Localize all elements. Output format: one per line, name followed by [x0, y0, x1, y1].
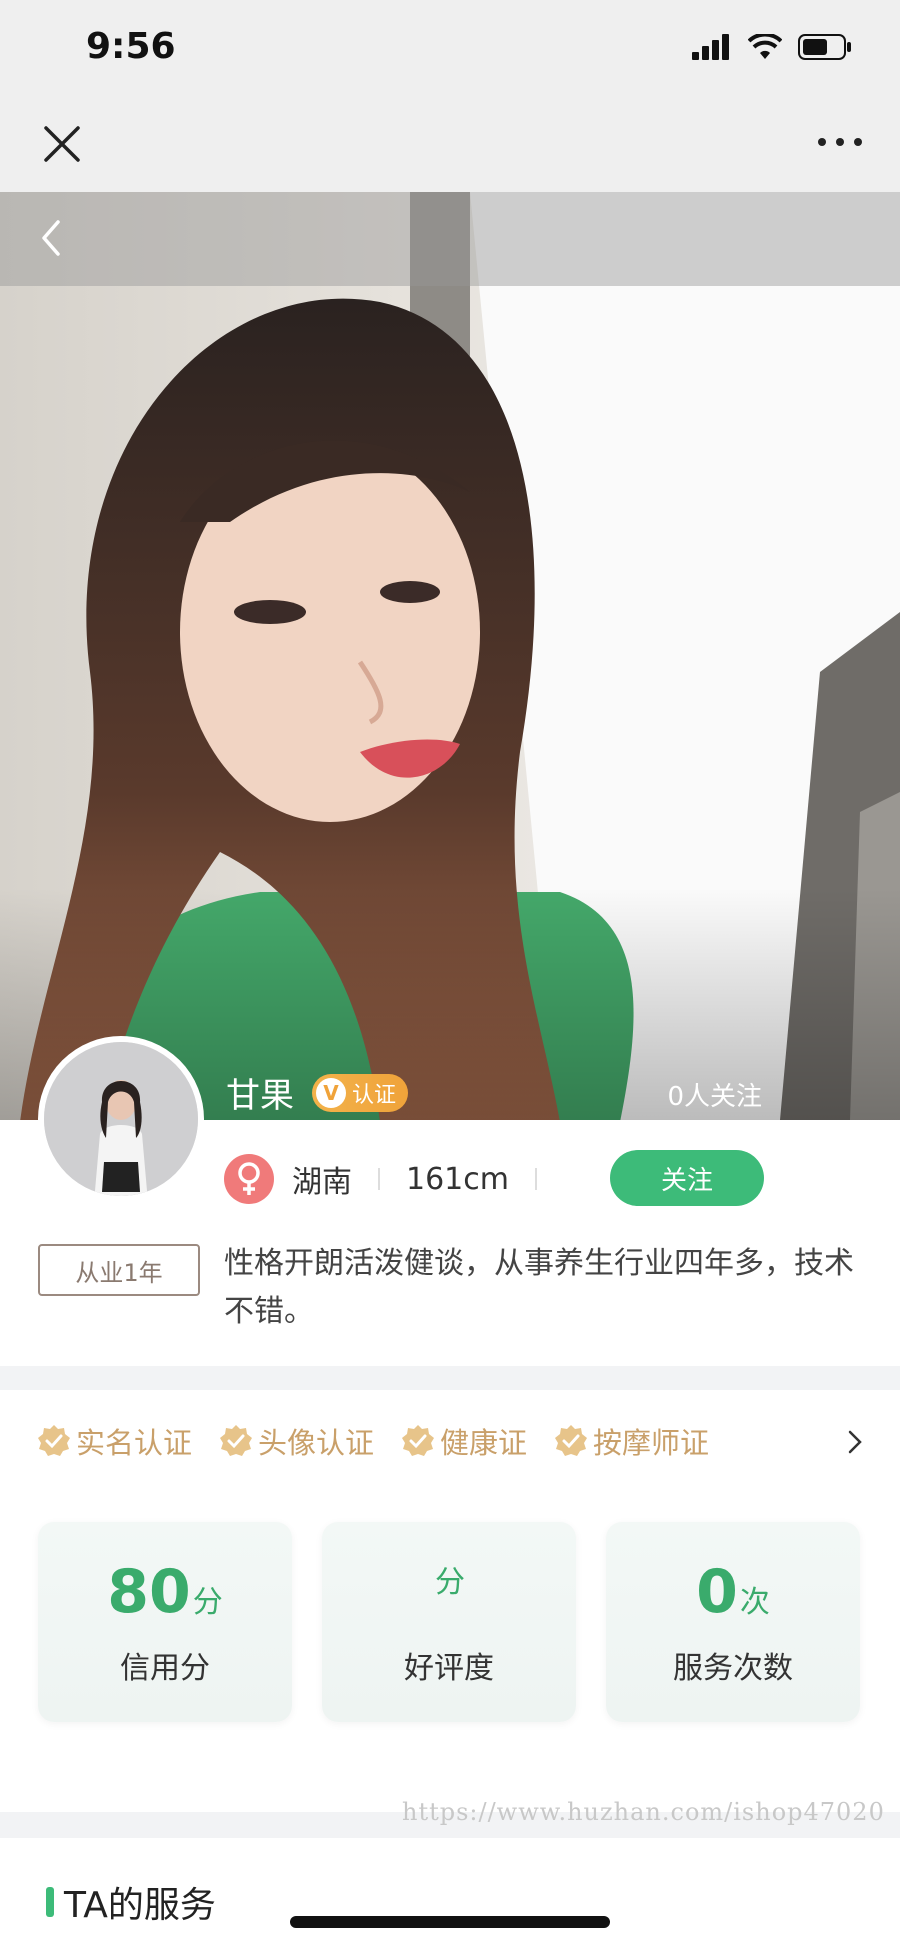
badge-check-icon — [220, 1425, 253, 1456]
certification-section: 实名认证 头像认证 健康证 按摩师证 80 分 信用分 分 好评度 0 次 服务… — [0, 1390, 900, 1812]
cert-item: 实名认证 — [36, 1420, 192, 1462]
cert-label: 实名认证 — [76, 1426, 193, 1460]
stat-label: 信用分 — [120, 1651, 210, 1686]
verified-badge-label: 认证 — [352, 1082, 397, 1108]
cert-item: 健康证 — [400, 1420, 527, 1462]
watermark-text: https://www.huzhan.com/ishop47020 — [402, 1798, 885, 1826]
stat-unit: 次 — [739, 1585, 770, 1620]
badge-check-icon — [38, 1425, 70, 1456]
profile-hero-photo — [0, 192, 900, 1120]
stat-number: 0 — [696, 1557, 738, 1627]
profile-region: 湖南 — [292, 1165, 352, 1200]
profile-bio: 性格开朗活泼健谈，从事养生行业四年多，技术不错。 — [224, 1246, 854, 1329]
nav-bar — [0, 100, 900, 192]
follow-button[interactable]: 关注 — [610, 1150, 764, 1206]
stat-value: 0 次 — [696, 1557, 770, 1629]
profile-meta-row: 湖南 161cm — [224, 1154, 563, 1204]
stat-card-rating: 分 好评度 — [322, 1522, 576, 1722]
more-options-icon[interactable] — [816, 130, 864, 154]
cert-label: 头像认证 — [258, 1426, 375, 1460]
meta-divider — [378, 1168, 380, 1190]
stat-card-service-count: 0 次 服务次数 — [606, 1522, 860, 1722]
verified-v-icon: V — [316, 1077, 346, 1108]
services-section: TA的服务 — [0, 1838, 900, 1948]
services-title-text: TA的服务 — [64, 1885, 216, 1926]
hero-top-overlay — [0, 192, 900, 286]
back-icon[interactable] — [36, 216, 66, 260]
certification-list[interactable]: 实名认证 头像认证 健康证 按摩师证 — [36, 1420, 735, 1462]
close-icon[interactable] — [40, 122, 84, 166]
services-title: TA的服务 — [46, 1876, 216, 1928]
status-bar: 9:56 — [0, 0, 900, 100]
meta-divider — [534, 1168, 537, 1190]
profile-name: 甘果 — [226, 1076, 294, 1116]
section-accent-bar — [46, 1887, 54, 1917]
hero-photo-image — [0, 192, 900, 1120]
cert-item: 按摩师证 — [553, 1420, 709, 1462]
status-icons — [692, 34, 852, 60]
battery-icon — [798, 34, 851, 60]
female-icon — [224, 1154, 274, 1204]
stat-card-credit: 80 分 信用分 — [38, 1522, 292, 1722]
wifi-icon — [748, 34, 782, 59]
stat-value: 分 — [433, 1557, 465, 1629]
avatar-image — [44, 1042, 198, 1196]
name-row: 甘果 V 认证 — [226, 1068, 409, 1117]
experience-tag: 从业1年 — [38, 1244, 200, 1296]
stats-row: 80 分 信用分 分 好评度 0 次 服务次数 — [38, 1522, 860, 1722]
profile-height: 161cm — [406, 1161, 509, 1197]
stat-label: 服务次数 — [673, 1651, 793, 1686]
cert-label: 按摩师证 — [593, 1426, 710, 1460]
status-time: 9:56 — [86, 26, 176, 67]
chevron-right-icon[interactable] — [846, 1428, 864, 1456]
cert-label: 健康证 — [440, 1426, 528, 1460]
avatar[interactable] — [38, 1036, 204, 1202]
cert-item: 头像认证 — [218, 1420, 374, 1462]
signal-icon — [692, 34, 729, 60]
follower-count: 0人关注 — [667, 1082, 762, 1112]
badge-check-icon — [402, 1425, 435, 1456]
home-indicator — [290, 1916, 610, 1928]
badge-check-icon — [555, 1425, 588, 1456]
stat-unit: 分 — [435, 1565, 465, 1600]
stat-value: 80 分 — [107, 1557, 223, 1629]
stat-unit: 分 — [192, 1585, 223, 1620]
stat-label: 好评度 — [404, 1651, 494, 1686]
verified-badge: V 认证 — [312, 1073, 409, 1112]
stat-number: 80 — [107, 1557, 191, 1627]
